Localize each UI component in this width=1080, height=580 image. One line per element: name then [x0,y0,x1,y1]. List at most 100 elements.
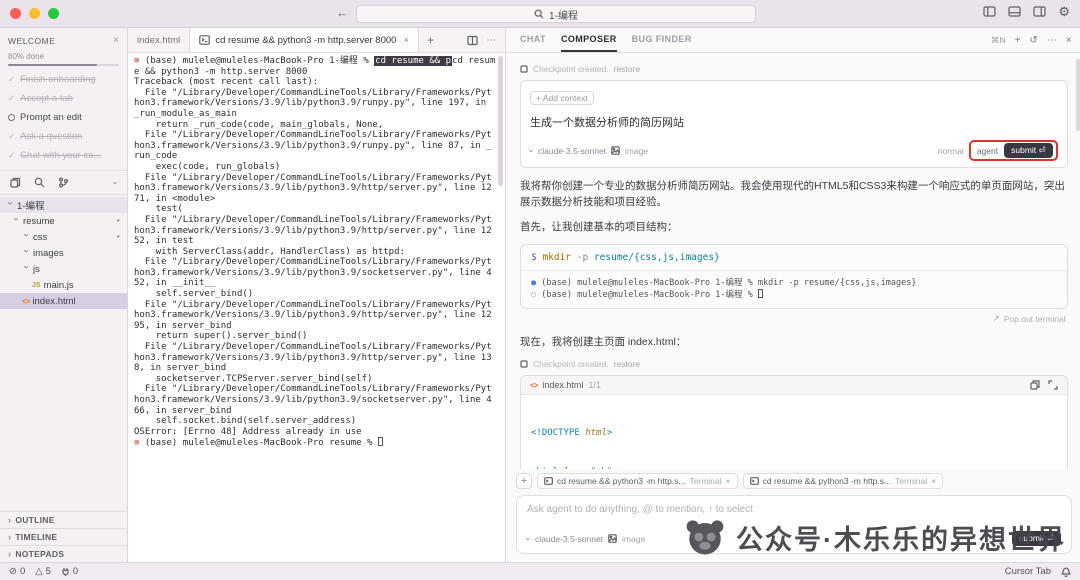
close-icon[interactable]: × [931,476,936,486]
assistant-step2-text: 现在，我将创建主页面 index.html： [520,334,1068,350]
sidebar-sections: ›OUTLINE ›TIMELINE ›NOTEPADS [0,511,127,562]
tab-chat[interactable]: CHAT [520,28,546,52]
highlight-annotation: agent submit ⏎ [969,140,1058,161]
minimize-window-button[interactable] [29,8,40,19]
mode-normal-label[interactable]: normal [938,146,964,156]
image-label[interactable]: image [622,534,645,544]
notepads-section[interactable]: ›NOTEPADS [0,545,127,562]
image-label[interactable]: image [625,146,648,156]
welcome-title: WELCOME [8,36,55,46]
history-icon[interactable]: ↺ [1029,35,1037,46]
tab-index-html[interactable]: index.html [128,28,190,52]
input-placeholder: Ask agent to do anything, @ to mention, … [527,504,1061,515]
image-icon [611,146,620,155]
close-icon[interactable]: × [726,476,731,486]
chevron-down-icon: › [524,537,534,540]
notifications-bell-icon[interactable] [1061,567,1071,577]
status-warnings[interactable]: △5 [35,566,51,577]
files-icon[interactable] [10,177,21,188]
status-ports[interactable]: 0 [61,566,78,577]
editor-tabbar: index.html cd resume && python3 -m http.… [128,28,505,53]
tab-terminal[interactable]: cd resume && python3 -m http.server 8000… [190,28,419,52]
assistant-intro-text: 我将帮你创建一个专业的数据分析师简历网站。我会使用现代的HTML5和CSS3来构… [520,178,1068,210]
welcome-item-accept-a-tab[interactable]: ✓Accept a tab [8,93,119,104]
checkpoint-icon [520,65,528,73]
explorer-root-folder[interactable]: ›1-编程 [0,197,127,213]
code-filename[interactable]: index.html [542,380,583,390]
status-errors[interactable]: ⊘0 [9,566,25,577]
expand-icon[interactable] [1048,380,1058,390]
tree-item-images[interactable]: ›images [0,245,127,261]
submit-button[interactable]: submit ⏎ [1004,143,1053,158]
tree-item-css[interactable]: ›css● [0,229,127,245]
pop-out-terminal[interactable]: ↗ Pop out terminal [522,313,1066,324]
outline-section[interactable]: ›OUTLINE [0,511,127,528]
file-explorer: ›1-编程 ›resume● ›css● ›images ›js JSmain.… [0,195,127,309]
search-icon [534,9,544,19]
code-lines: <!DOCTYPE html> <html lang="zh"> <head> … [521,395,1067,469]
editor-area: index.html cd resume && python3 -m http.… [128,28,506,562]
chevron-down-icon: › [527,149,537,152]
check-icon: ✓ [8,74,15,85]
editor-scrollbar[interactable] [498,56,503,186]
terminal-icon [750,477,759,485]
toggle-panel-icon[interactable] [1008,5,1021,18]
add-context-chip-button[interactable]: + [516,473,532,489]
composer-header: CHAT COMPOSER BUG FINDER ⌘N + ↺ ⋯ × [506,28,1080,53]
tree-item-resume[interactable]: ›resume● [0,213,127,229]
tab-bug-finder[interactable]: BUG FINDER [632,28,692,52]
chevron-down-icon[interactable]: › [111,181,121,184]
running-dot-icon: ● [531,278,541,288]
source-control-icon[interactable] [58,177,69,188]
split-editor-icon[interactable] [467,35,478,46]
welcome-item-finish-onboarding[interactable]: ✓Finish onboarding [8,74,119,85]
user-prompt-card[interactable]: + Add context 生成一个数据分析师的简历网站 › claude-3.… [520,80,1068,168]
restore-link[interactable]: restore [614,64,640,74]
terminal-context-chip[interactable]: cd resume && python3 -m http.s... Termin… [537,473,738,489]
welcome-close-icon[interactable]: × [113,35,119,46]
tree-item-main-js[interactable]: JSmain.js [0,277,127,293]
chevron-right-icon: › [8,549,11,559]
add-context-button[interactable]: + Add context [530,91,594,105]
zoom-window-button[interactable] [48,8,59,19]
search-icon[interactable] [34,177,45,188]
model-selector[interactable]: claude-3.5-sonnet [535,534,603,544]
new-composer-button[interactable]: + [1015,35,1021,46]
timeline-section[interactable]: ›TIMELINE [0,528,127,545]
close-tab-icon[interactable]: × [403,35,409,46]
welcome-item-chat[interactable]: ✓Chat with your co... [8,150,119,161]
close-panel-icon[interactable]: × [1066,35,1072,46]
model-selector[interactable]: claude-3.5-sonnet [538,146,606,156]
composer-scrollbar[interactable] [1076,59,1080,131]
tree-item-index-html[interactable]: <>index.html [0,293,127,309]
pop-out-icon: ↗ [993,313,1000,324]
terminal-context-chip[interactable]: cd resume && python3 -m http.s... Termin… [743,473,944,489]
copy-icon[interactable] [1030,380,1040,390]
image-icon [608,534,617,543]
todo-circle-icon [8,114,15,121]
terminal-icon [544,477,553,485]
check-icon: ✓ [8,93,15,104]
terminal-command-card: $ mkdir -p resume/{css,js,images} ● (bas… [520,244,1068,309]
settings-gear-icon[interactable]: ⚙ [1058,5,1070,18]
agent-mode-button[interactable]: agent [977,146,998,156]
toggle-sidebar-icon[interactable] [983,5,996,18]
cursor-tab-toggle[interactable]: Cursor Tab [1005,566,1051,577]
watermark-panda-logo [684,516,726,558]
close-window-button[interactable] [10,8,21,19]
editor-more-icon[interactable]: ⋯ [487,35,497,46]
html-file-icon: <> [22,297,29,306]
restore-link[interactable]: restore [614,359,640,369]
tab-composer[interactable]: COMPOSER [561,28,617,52]
app-window: ← → 1-编程 ⚙ WELCOME × 80% done ✓Finish on… [0,0,1080,580]
user-prompt-text: 生成一个数据分析师的简历网站 [530,114,1058,130]
warning-icon: △ [35,566,42,577]
command-center-search[interactable]: 1-编程 [356,5,756,23]
layout-icon[interactable] [1033,5,1046,18]
welcome-item-prompt-an-edit[interactable]: Prompt an edit [8,112,119,123]
tree-item-js[interactable]: ›js [0,261,127,277]
more-icon[interactable]: ⋯ [1047,35,1057,46]
new-tab-button[interactable]: + [419,28,442,52]
welcome-item-ask-a-question[interactable]: ✓Ask a question [8,131,119,142]
back-icon[interactable]: ← [336,5,349,20]
